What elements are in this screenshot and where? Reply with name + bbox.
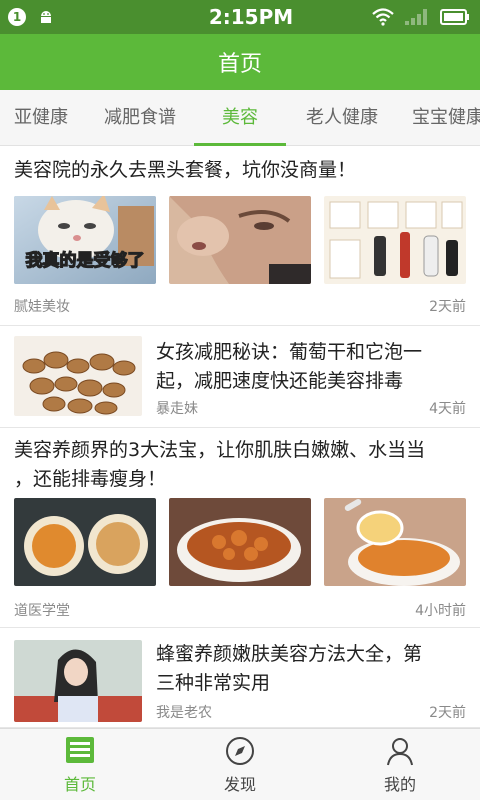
raisins-image: [14, 336, 142, 416]
nav-discover[interactable]: 发现: [160, 729, 320, 800]
article-source: 我是老农: [156, 705, 212, 721]
tab-sub-health[interactable]: 亚健康: [0, 90, 82, 146]
android-icon: [41, 11, 51, 23]
list-item[interactable]: 美容院的永久去黑头套餐，坑你没商量！ 我真的是受够了 腻娃美妆 2天前: [0, 146, 480, 326]
category-tabs: 亚健康 减肥食谱 美容 老人健康 宝宝健康: [0, 90, 480, 146]
battery-icon: [440, 9, 469, 25]
status-bar: 1 2:15PM: [0, 0, 480, 34]
article-time: 2天前: [429, 705, 466, 721]
nav-label: 发现: [223, 774, 256, 794]
article-title-line: 三种非常实用: [156, 672, 271, 694]
page-title: 首页: [217, 52, 262, 77]
list-item[interactable]: 蜂蜜养颜嫩肤美容方法大全，第 三种非常实用 我是老农 2天前: [0, 628, 480, 728]
list-item[interactable]: 美容养颜界的3大法宝，让你肌肤白嫩嫩、水当当 ，还能排毒瘦身！ 道医学堂 4小时…: [0, 428, 480, 628]
bird-nest-bowls-image: [14, 498, 156, 586]
article-feed: 美容院的永久去黑头套餐，坑你没商量！ 我真的是受够了 腻娃美妆 2天前 女孩减肥…: [0, 146, 480, 728]
girl-portrait-image: [14, 640, 142, 722]
list-item[interactable]: 女孩减肥秘诀：葡萄干和它泡一 起，减肥速度快还能美容排毒 暴走妹 4天前: [0, 326, 480, 428]
article-source: 腻娃美妆: [14, 299, 70, 315]
article-time: 4天前: [429, 401, 466, 417]
tab-diet-recipes[interactable]: 减肥食谱: [92, 90, 188, 146]
nav-label: 我的: [383, 774, 416, 794]
article-title-line: 起，减肥速度快还能美容排毒: [156, 370, 404, 392]
article-source: 道医学堂: [14, 603, 70, 619]
signal-icon: [405, 9, 427, 25]
article-time: 2天前: [429, 299, 466, 315]
article-title-line: 美容养颜界的3大法宝，让你肌肤白嫩嫩、水当当: [14, 439, 426, 461]
face-blackhead-image: [169, 196, 311, 284]
app-bar: 首页: [0, 34, 480, 90]
article-time: 4小时前: [415, 603, 466, 619]
nav-label: 首页: [63, 774, 96, 794]
peach-gum-bowl-image: [169, 498, 311, 586]
bottom-navigation: 首页 发现 我的: [0, 728, 480, 800]
article-source: 暴走妹: [156, 401, 198, 417]
article-title: 女孩减肥秘诀：葡萄干和它泡一 起，减肥速度快还能美容排毒: [156, 338, 422, 396]
meme-caption: 我真的是受够了: [26, 250, 145, 271]
news-icon: [66, 736, 94, 763]
compass-icon: [226, 736, 254, 765]
cat-meme-image: 我真的是受够了: [14, 196, 156, 284]
tab-elderly-health[interactable]: 老人健康: [294, 90, 390, 146]
article-title-line: 蜂蜜养颜嫩肤美容方法大全，第: [156, 643, 423, 665]
article-title: 蜂蜜养颜嫩肤美容方法大全，第 三种非常实用: [156, 640, 422, 698]
notification-count-badge: 1: [8, 8, 26, 26]
wifi-icon: [372, 8, 394, 26]
nav-home[interactable]: 首页: [0, 729, 160, 800]
beauty-tips-chart-image: [324, 196, 466, 284]
article-title: 美容养颜界的3大法宝，让你肌肤白嫩嫩、水当当 ，还能排毒瘦身！: [14, 436, 425, 494]
tab-baby-health[interactable]: 宝宝健康: [400, 90, 480, 146]
clock: 2:15PM: [208, 5, 294, 29]
article-title: 美容院的永久去黑头套餐，坑你没商量！: [14, 159, 357, 181]
article-title-line: ，还能排毒瘦身！: [14, 468, 167, 490]
dessert-spoon-image: [324, 498, 466, 586]
nav-profile[interactable]: 我的: [320, 729, 480, 800]
user-icon: [387, 737, 413, 765]
tab-beauty[interactable]: 美容: [194, 90, 286, 146]
article-title-line: 女孩减肥秘诀：葡萄干和它泡一: [156, 341, 423, 363]
